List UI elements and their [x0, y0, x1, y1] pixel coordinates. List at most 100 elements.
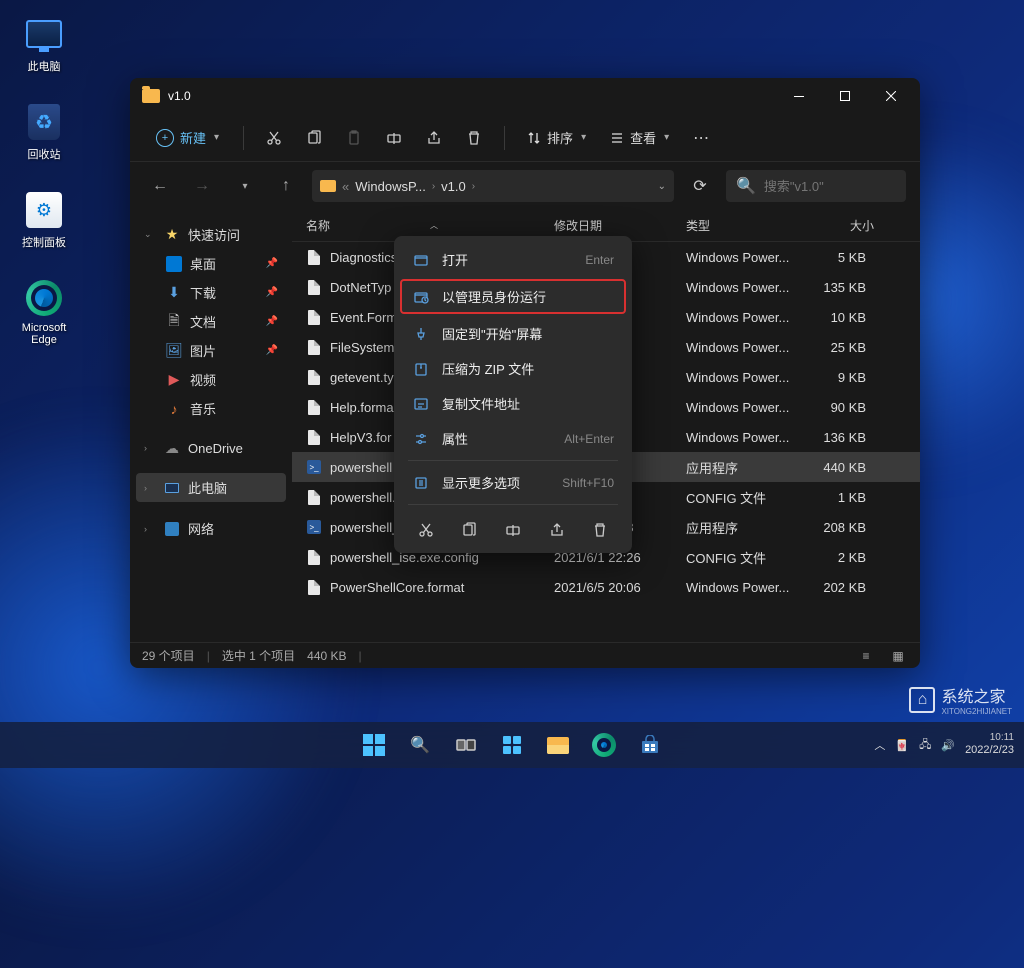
context-menu: 打开 Enter 以管理员身份运行 固定到"开始"屏幕 压缩为 ZIP 文件 复… [394, 236, 632, 553]
close-button[interactable] [868, 80, 914, 112]
sidebar-item-downloads[interactable]: ⬇ 下载 📌 [136, 278, 286, 307]
sidebar-item-pictures[interactable]: 🖼 图片 📌 [136, 336, 286, 365]
list-icon [610, 131, 624, 145]
widgets-button[interactable] [492, 725, 532, 765]
desktop-icon-controlpanel[interactable]: ⚙ 控制面板 [10, 186, 78, 254]
pin-icon: 📌 [266, 287, 278, 298]
file-icon [306, 399, 322, 415]
view-button[interactable]: 查看 ▾ [600, 122, 679, 153]
menu-compress-zip[interactable]: 压缩为 ZIP 文件 [400, 351, 626, 386]
statusbar: 29 个项目 | 选中 1 个项目 440 KB | ≡ ▦ [130, 642, 920, 668]
share-button[interactable] [416, 120, 452, 156]
menu-show-more[interactable]: 显示更多选项 Shift+F10 [400, 465, 626, 500]
music-icon: ♪ [166, 401, 182, 417]
menu-open[interactable]: 打开 Enter [400, 242, 626, 277]
recent-button[interactable]: ▾ [228, 170, 260, 202]
view-grid-button[interactable]: ▦ [888, 647, 908, 665]
menu-run-as-admin[interactable]: 以管理员身份运行 [400, 279, 626, 314]
zip-icon [412, 360, 430, 378]
minimize-button[interactable] [776, 80, 822, 112]
search-box[interactable]: 🔍 [726, 170, 906, 202]
system-tray[interactable]: ︿ 🀄 🖧 🔊 10:11 2022/2/23 [874, 732, 1014, 757]
copy-button[interactable] [296, 120, 332, 156]
pin-icon [412, 325, 430, 343]
cloud-icon: ☁ [164, 440, 180, 456]
chevron-up-icon[interactable]: ︿ [874, 737, 885, 753]
controlpanel-icon: ⚙ [24, 190, 64, 230]
titlebar[interactable]: v1.0 [130, 78, 920, 114]
sort-icon [527, 131, 541, 145]
desktop-icon-recyclebin[interactable]: ♻ 回收站 [10, 98, 78, 166]
shield-icon [412, 288, 430, 306]
ime-icon[interactable]: 🀄 [895, 739, 909, 752]
watermark: ⌂ 系统之家 XITONG2HIJIANET [909, 683, 1012, 716]
chevron-down-icon[interactable]: ⌄ [658, 181, 666, 192]
up-button[interactable]: ↑ [270, 170, 302, 202]
cut-button[interactable] [411, 515, 441, 545]
sidebar-item-desktop[interactable]: 桌面 📌 [136, 249, 286, 278]
cut-button[interactable] [256, 120, 292, 156]
pin-icon: 📌 [266, 258, 278, 269]
volume-icon[interactable]: 🔊 [941, 739, 955, 752]
sidebar-onedrive[interactable]: › ☁ OneDrive [136, 435, 286, 461]
menu-properties[interactable]: 属性 Alt+Enter [400, 421, 626, 456]
file-icon [306, 279, 322, 295]
delete-button[interactable] [585, 515, 615, 545]
copy-button[interactable] [454, 515, 484, 545]
desktop-icon [166, 256, 182, 272]
file-icon [306, 579, 322, 595]
sidebar-thispc[interactable]: › 此电脑 [136, 473, 286, 502]
more-button[interactable]: ⋯ [683, 120, 719, 156]
file-icon [306, 489, 322, 505]
edge-icon [24, 278, 64, 318]
paste-button [336, 120, 372, 156]
new-button[interactable]: + 新建 ▾ [144, 122, 231, 153]
pictures-icon: 🖼 [166, 343, 182, 359]
rename-button[interactable] [498, 515, 528, 545]
sidebar-item-documents[interactable]: 🗎 文档 📌 [136, 307, 286, 336]
rename-button[interactable] [376, 120, 412, 156]
desktop-icon-edge[interactable]: Microsoft Edge [10, 274, 78, 350]
menu-copy-path[interactable]: 复制文件地址 [400, 386, 626, 421]
view-list-button[interactable]: ≡ [856, 647, 876, 665]
sort-button[interactable]: 排序 ▾ [517, 122, 596, 153]
search-button[interactable]: 🔍 [400, 725, 440, 765]
file-icon [306, 339, 322, 355]
file-icon [306, 429, 322, 445]
network-icon[interactable]: 🖧 [919, 736, 931, 755]
open-icon [412, 251, 430, 269]
chevron-down-icon: ▾ [214, 132, 219, 143]
sidebar-quick-access[interactable]: ⌄ ★ 快速访问 [136, 220, 286, 249]
powershell-icon: >_ [306, 459, 322, 475]
logo-icon: ⌂ [909, 687, 935, 713]
sidebar-item-music[interactable]: ♪ 音乐 [136, 394, 286, 423]
file-icon [306, 249, 322, 265]
sidebar: ⌄ ★ 快速访问 桌面 📌 ⬇ 下载 📌 🗎 文档 📌 [130, 210, 292, 642]
edge-taskbar[interactable] [584, 725, 624, 765]
search-input[interactable] [764, 179, 920, 194]
sidebar-item-videos[interactable]: ▶ 视频 [136, 365, 286, 394]
start-button[interactable] [354, 725, 394, 765]
powershell-icon: >_ [306, 519, 322, 535]
forward-button: → [186, 170, 218, 202]
recyclebin-icon: ♻ [24, 102, 64, 142]
sidebar-network[interactable]: › 网络 [136, 514, 286, 543]
folder-icon [142, 89, 160, 103]
back-button[interactable]: ← [144, 170, 176, 202]
menu-pin-to-start[interactable]: 固定到"开始"屏幕 [400, 316, 626, 351]
video-icon: ▶ [166, 372, 182, 388]
taskview-button[interactable] [446, 725, 486, 765]
explorer-taskbar[interactable] [538, 725, 578, 765]
chevron-right-icon: › [144, 524, 156, 534]
share-button[interactable] [542, 515, 572, 545]
maximize-button[interactable] [822, 80, 868, 112]
breadcrumb[interactable]: « WindowsP... › v1.0 › ⌄ [312, 170, 674, 202]
delete-button[interactable] [456, 120, 492, 156]
store-taskbar[interactable] [630, 725, 670, 765]
refresh-button[interactable]: ⟳ [684, 170, 716, 202]
tray-clock[interactable]: 10:11 2022/2/23 [965, 732, 1014, 757]
monitor-icon [24, 14, 64, 54]
table-row[interactable]: PowerShellCore.format2021/6/5 20:06Windo… [292, 572, 920, 602]
desktop-icon-thispc[interactable]: 此电脑 [10, 10, 78, 78]
document-icon: 🗎 [166, 314, 182, 330]
